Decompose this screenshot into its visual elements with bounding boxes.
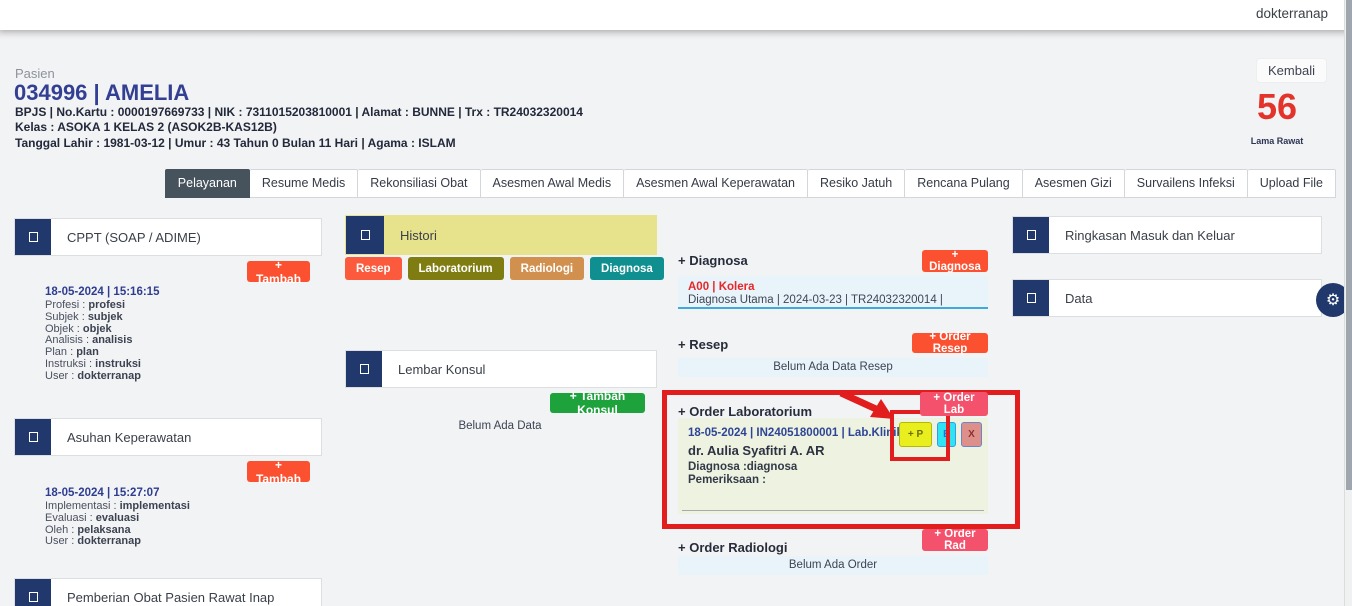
- top-bar: dokterranap: [0, 0, 1352, 30]
- histori-laboratorium-button[interactable]: Laboratorium: [408, 257, 504, 280]
- data-card-header[interactable]: Data: [1012, 279, 1322, 317]
- page: dokterranap Pasien 034996 | AMELIA BPJS …: [0, 0, 1352, 606]
- radiologi-empty-box: Belum Ada Order: [678, 556, 988, 575]
- annotation-arrow-icon: [838, 388, 896, 422]
- divider: [682, 510, 984, 511]
- card-square-icon: [15, 219, 51, 255]
- order-lab-entry-meta[interactable]: 18-05-2024 | IN24051800001 | Lab.Klinik: [688, 427, 903, 439]
- lembar-konsul-title: Lembar Konsul: [382, 351, 485, 387]
- patient-title: 034996 | AMELIA: [14, 80, 189, 106]
- asuhan-add-button[interactable]: + Tambah: [247, 461, 310, 482]
- tab-asesmen-awal-medis[interactable]: Asesmen Awal Medis: [481, 169, 625, 198]
- histori-card-header[interactable]: Histori: [345, 215, 657, 255]
- histori-title: Histori: [384, 216, 437, 254]
- tab-rekonsiliasi-obat[interactable]: Rekonsiliasi Obat: [358, 169, 480, 198]
- cppt-entry: 18-05-2024 | 15:16:15 Profesiprofesi Sub…: [45, 286, 159, 383]
- pemberian-obat-card-header[interactable]: Pemberian Obat Pasien Rawat Inap: [14, 578, 322, 606]
- asuhan-title: Asuhan Keperawatan: [51, 419, 191, 455]
- tab-bar: Pelayanan Resume Medis Rekonsiliasi Obat…: [165, 169, 1336, 198]
- asuhan-card-header[interactable]: Asuhan Keperawatan: [14, 418, 322, 456]
- order-lab-entry-box: 18-05-2024 | IN24051800001 | Lab.Klinik …: [678, 418, 988, 514]
- patient-info-line: Tanggal Lahir : 1981-03-12 | Umur : 43 T…: [15, 136, 456, 150]
- tab-pelayanan[interactable]: Pelayanan: [165, 169, 250, 198]
- cppt-add-button[interactable]: + Tambah: [247, 261, 310, 282]
- histori-radiologi-button[interactable]: Radiologi: [510, 257, 584, 280]
- order-lab-button[interactable]: + Order Lab: [920, 392, 988, 416]
- order-lab-diagnosa-line: Diagnosa :diagnosa: [688, 461, 797, 473]
- lama-rawat-value: 56: [1246, 86, 1308, 128]
- vertical-scrollbar[interactable]: [1344, 0, 1352, 606]
- order-resep-button[interactable]: + Order Resep: [912, 333, 988, 353]
- order-radiologi-heading: + Order Radiologi: [678, 540, 787, 555]
- edit-order-button[interactable]: E: [937, 422, 956, 447]
- tab-resume-medis[interactable]: Resume Medis: [250, 169, 358, 198]
- tambah-konsul-button[interactable]: + Tambah Konsul: [550, 393, 645, 413]
- diagnosa-detail: Diagnosa Utama | 2024-03-23 | TR24032320…: [688, 294, 943, 306]
- delete-order-button[interactable]: X: [961, 422, 982, 447]
- asuhan-entry: 18-05-2024 | 15:27:07 Implementasiimplem…: [45, 487, 190, 548]
- patient-section-label: Pasien: [15, 66, 55, 81]
- tab-survailens-infeksi[interactable]: Survailens Infeksi: [1125, 169, 1248, 198]
- card-square-icon: [15, 579, 51, 606]
- card-square-icon: [1013, 217, 1049, 253]
- header-shadow: [0, 30, 1352, 40]
- lembar-konsul-empty-text: Belum Ada Data: [345, 420, 655, 432]
- cppt-entry-datetime: 18-05-2024 | 15:16:15: [45, 286, 159, 298]
- patient-info-line: BPJS | No.Kartu : 0000197669733 | NIK : …: [15, 105, 583, 119]
- entry-field: Userdokterranap: [45, 536, 190, 548]
- histori-buttons: Resep Laboratorium Radiologi Diagnosa: [345, 257, 664, 280]
- diagnosa-entry-box: A00 | Kolera Diagnosa Utama | 2024-03-23…: [678, 276, 988, 309]
- asuhan-entry-datetime: 18-05-2024 | 15:27:07: [45, 487, 190, 499]
- order-rad-button[interactable]: + Order Rad: [922, 529, 988, 551]
- resep-empty-box: Belum Ada Data Resep: [678, 358, 988, 377]
- card-square-icon: [15, 419, 51, 455]
- order-lab-actions: + P E X: [899, 422, 982, 447]
- cppt-title: CPPT (SOAP / ADIME): [51, 219, 201, 255]
- cppt-card-header[interactable]: CPPT (SOAP / ADIME): [14, 218, 322, 256]
- add-diagnosa-button[interactable]: + Diagnosa: [922, 250, 988, 272]
- logged-in-user[interactable]: dokterranap: [1256, 6, 1328, 21]
- order-lab-heading: + Order Laboratorium: [678, 404, 812, 419]
- data-title: Data: [1049, 280, 1092, 316]
- ringkasan-title: Ringkasan Masuk dan Keluar: [1049, 217, 1235, 253]
- tab-resiko-jatuh[interactable]: Resiko Jatuh: [808, 169, 905, 198]
- card-square-icon: [346, 351, 382, 387]
- diagnosa-code: A00 | Kolera: [688, 281, 755, 293]
- histori-resep-button[interactable]: Resep: [345, 257, 402, 280]
- histori-diagnosa-button[interactable]: Diagnosa: [590, 257, 664, 280]
- resep-heading: + Resep: [678, 337, 728, 352]
- diagnosa-heading: + Diagnosa: [678, 253, 748, 268]
- lama-rawat-label: Lama Rawat: [1240, 136, 1314, 146]
- order-lab-doctor: dr. Aulia Syafitri A. AR: [688, 443, 825, 458]
- gear-icon: ⚙: [1326, 290, 1340, 310]
- card-square-icon: [346, 216, 384, 254]
- pemberian-obat-title: Pemberian Obat Pasien Rawat Inap: [51, 579, 274, 606]
- tab-rencana-pulang[interactable]: Rencana Pulang: [905, 169, 1022, 198]
- card-square-icon: [1013, 280, 1049, 316]
- tab-asesmen-gizi[interactable]: Asesmen Gizi: [1023, 169, 1125, 198]
- ringkasan-card-header[interactable]: Ringkasan Masuk dan Keluar: [1012, 216, 1322, 254]
- lembar-konsul-card-header[interactable]: Lembar Konsul: [345, 350, 657, 388]
- patient-info-line: Kelas : ASOKA 1 KELAS 2 (ASOK2B-KAS12B): [15, 120, 277, 134]
- order-lab-pemeriksaan-line: Pemeriksaan :: [688, 474, 766, 486]
- tab-upload-file[interactable]: Upload File: [1248, 169, 1336, 198]
- entry-field: Userdokterranap: [45, 371, 159, 383]
- scrollbar-thumb[interactable]: [1346, 0, 1352, 490]
- add-pemeriksaan-button[interactable]: + P: [899, 422, 932, 447]
- back-button[interactable]: Kembali: [1256, 58, 1327, 83]
- tab-asesmen-awal-keperawatan[interactable]: Asesmen Awal Keperawatan: [624, 169, 808, 198]
